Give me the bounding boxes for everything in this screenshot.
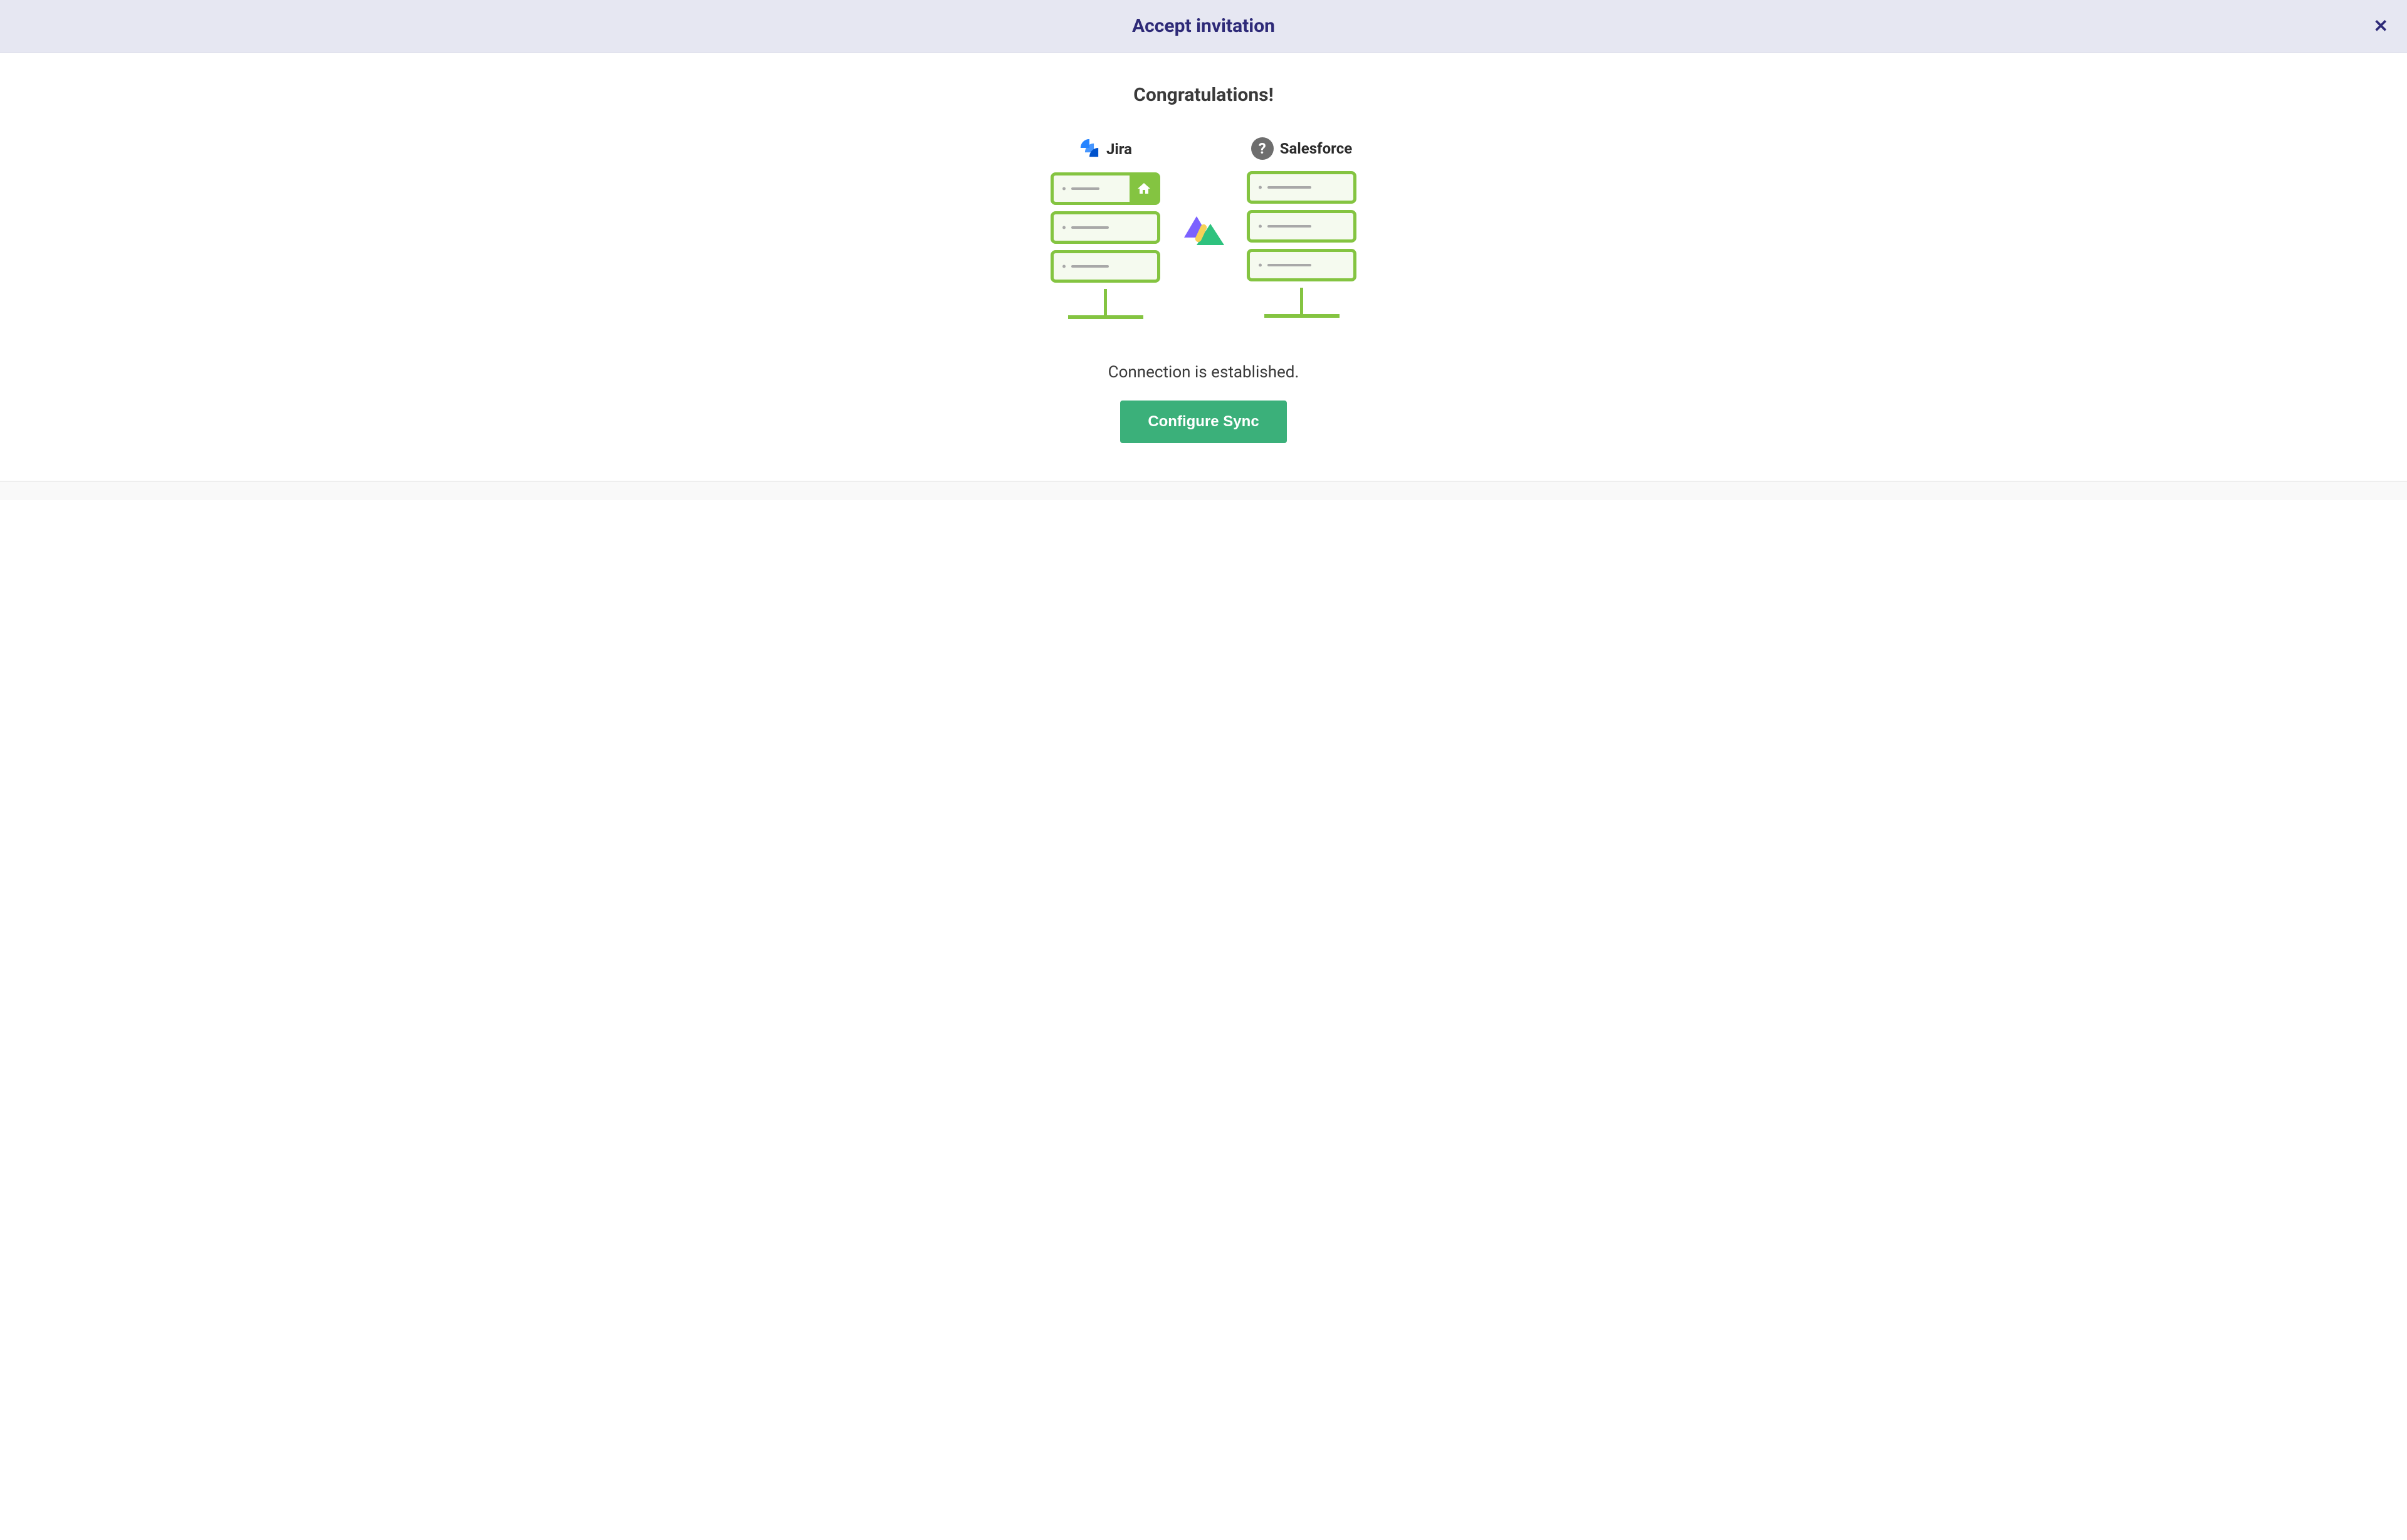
configure-sync-button[interactable]: Configure Sync xyxy=(1120,401,1286,443)
bottom-space xyxy=(0,500,2407,538)
right-server-stack xyxy=(1247,171,1356,318)
close-icon: ✕ xyxy=(2374,16,2388,36)
modal-body: Congratulations! Jira xyxy=(0,53,2407,481)
right-system-column: ? Salesforce xyxy=(1247,137,1356,318)
question-icon: ? xyxy=(1251,137,1274,160)
server-box xyxy=(1051,172,1160,205)
server-box xyxy=(1051,250,1160,283)
right-system-label-row: ? Salesforce xyxy=(1251,137,1352,160)
status-text: Connection is established. xyxy=(25,363,2382,382)
left-system-label-row: Jira xyxy=(1079,137,1132,161)
home-icon xyxy=(1130,174,1158,203)
footer-space xyxy=(0,481,2407,500)
sync-connector-icon xyxy=(1179,212,1228,253)
jira-icon xyxy=(1079,137,1100,161)
right-system-label: Salesforce xyxy=(1280,140,1352,157)
server-box xyxy=(1051,211,1160,244)
left-system-column: Jira xyxy=(1051,137,1160,319)
server-box xyxy=(1247,171,1356,204)
modal-header: Accept invitation ✕ xyxy=(0,0,2407,53)
left-server-stack xyxy=(1051,172,1160,319)
left-system-label: Jira xyxy=(1106,140,1132,158)
modal-title: Accept invitation xyxy=(1132,15,1275,37)
close-button[interactable]: ✕ xyxy=(2374,18,2388,35)
congrats-title: Congratulations! xyxy=(25,84,2382,106)
connection-illustration: Jira xyxy=(25,137,2382,319)
server-box xyxy=(1247,249,1356,281)
server-box xyxy=(1247,210,1356,243)
